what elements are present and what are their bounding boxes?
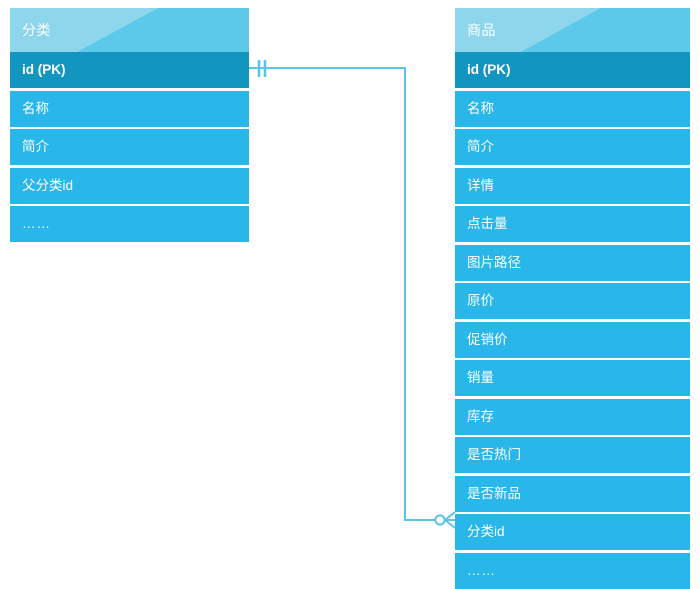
field-row[interactable]: 详情	[455, 167, 690, 204]
field-row[interactable]: id (PK)	[10, 52, 249, 88]
field-row[interactable]: 原价	[455, 283, 690, 319]
entity-product-fields: id (PK) 名称 简介 详情 点击量 图片路径 原价 促销价 销量 库存 是…	[455, 52, 690, 589]
field-row[interactable]: 促销价	[455, 321, 690, 358]
field-row[interactable]: 是否新品	[455, 475, 690, 512]
field-row[interactable]: id (PK)	[455, 52, 690, 88]
field-row[interactable]: 是否热门	[455, 437, 690, 473]
entity-category-fields: id (PK) 名称 简介 父分类id ……	[10, 52, 249, 245]
field-row[interactable]: 父分类id	[10, 167, 249, 204]
field-row[interactable]: 销量	[455, 360, 690, 396]
field-row[interactable]: 名称	[455, 90, 690, 127]
field-row[interactable]: 名称	[10, 90, 249, 127]
cardinality-zero-or-many-marker	[434, 511, 456, 529]
field-row[interactable]: 点击量	[455, 206, 690, 242]
entity-product[interactable]: 商品 id (PK) 名称 简介 详情 点击量 图片路径 原价 促销价 销量 库…	[455, 8, 690, 589]
entity-category[interactable]: 分类 id (PK) 名称 简介 父分类id ……	[10, 8, 249, 245]
entity-category-header: 分类	[10, 8, 249, 52]
field-row[interactable]: 简介	[455, 129, 690, 165]
entity-product-header: 商品	[455, 8, 690, 52]
er-diagram-canvas: 分类 id (PK) 名称 简介 父分类id …… 商品 id (PK) 名称 …	[0, 0, 700, 589]
field-row[interactable]: 库存	[455, 398, 690, 435]
entity-product-title: 商品	[467, 22, 496, 38]
relationship-line	[249, 67, 440, 521]
entity-category-title: 分类	[22, 22, 51, 38]
field-row[interactable]: 简介	[10, 129, 249, 165]
field-row[interactable]: 分类id	[455, 514, 690, 550]
field-row[interactable]: ……	[455, 552, 690, 589]
field-row[interactable]: ……	[10, 206, 249, 242]
cardinality-exactly-one-marker	[257, 60, 267, 77]
field-row[interactable]: 图片路径	[455, 244, 690, 281]
